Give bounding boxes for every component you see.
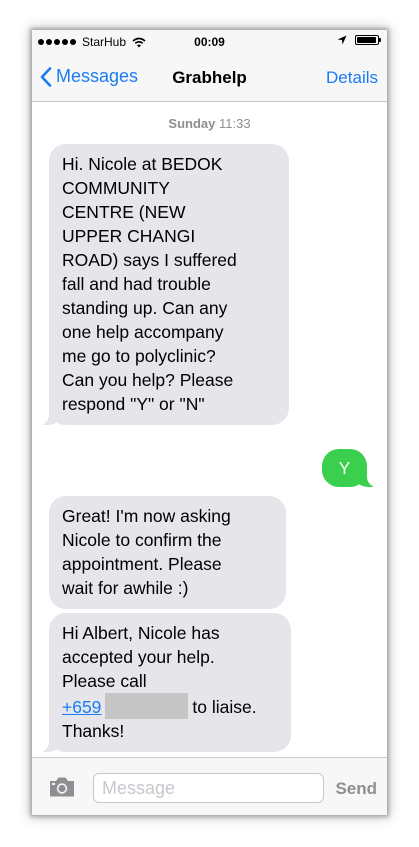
details-button[interactable]: Details [326, 68, 378, 88]
sent-message-bubble[interactable]: Y [322, 449, 377, 487]
message-input[interactable] [93, 773, 324, 803]
message-input-bar: Send [32, 757, 387, 815]
message-line: Hi Albert, Nicole has [62, 623, 220, 643]
message-line: Great! I'm now asking [62, 506, 231, 526]
message-text: Y [338, 458, 351, 478]
message-line: Can you help? Please [62, 370, 234, 390]
redacted-phone-digits [105, 693, 189, 719]
message-line: UPPER CHANGI [62, 226, 196, 246]
message-line: appointment. Please [62, 554, 222, 574]
phone-screen: StarHub 00:09 Messages Grabhelp Details … [32, 30, 387, 815]
message-line: Please call [62, 671, 147, 691]
status-bar: StarHub 00:09 [32, 30, 387, 55]
message-line: Thanks! [62, 721, 125, 741]
received-message-bubble[interactable]: Hi. Nicole at BEDOK COMMUNITY CENTRE (NE… [39, 144, 289, 425]
message-line: respond "Y" or "N" [62, 394, 205, 414]
location-arrow-icon [337, 35, 347, 45]
send-button[interactable]: Send [335, 779, 377, 799]
message-line: fall and had trouble [62, 274, 211, 294]
battery-icon [355, 35, 381, 45]
received-message-bubble[interactable]: Great! I'm now asking Nicole to confirm … [49, 496, 286, 609]
camera-icon[interactable] [48, 776, 76, 798]
message-line: me go to polyclinic? [62, 346, 216, 366]
battery-level [357, 37, 376, 43]
status-time: 00:09 [194, 35, 225, 49]
message-line: standing up. Can any [62, 298, 228, 318]
message-line: Nicole to confirm the [62, 530, 222, 550]
timestamp-day: Sunday [168, 116, 216, 131]
phone-number-link[interactable]: +659 [62, 697, 101, 717]
message-line: to liaise. [192, 697, 257, 717]
message-line: Hi. Nicole at BEDOK [62, 154, 223, 174]
message-line: accepted your help. [62, 647, 215, 667]
timestamp-time: 11:33 [219, 116, 251, 131]
message-line: one help accompany [62, 322, 224, 342]
message-line: CENTRE (NEW [62, 202, 186, 222]
status-right [337, 35, 381, 45]
message-line: COMMUNITY [62, 178, 170, 198]
message-line: ROAD) says I suffered [62, 250, 237, 270]
received-message-bubble[interactable]: Hi Albert, Nicole has accepted your help… [39, 613, 291, 752]
conversation-timestamp: Sunday 11:33 [32, 116, 387, 131]
navigation-bar: Messages Grabhelp Details [32, 55, 387, 102]
message-line: wait for awhile :) [62, 578, 189, 598]
